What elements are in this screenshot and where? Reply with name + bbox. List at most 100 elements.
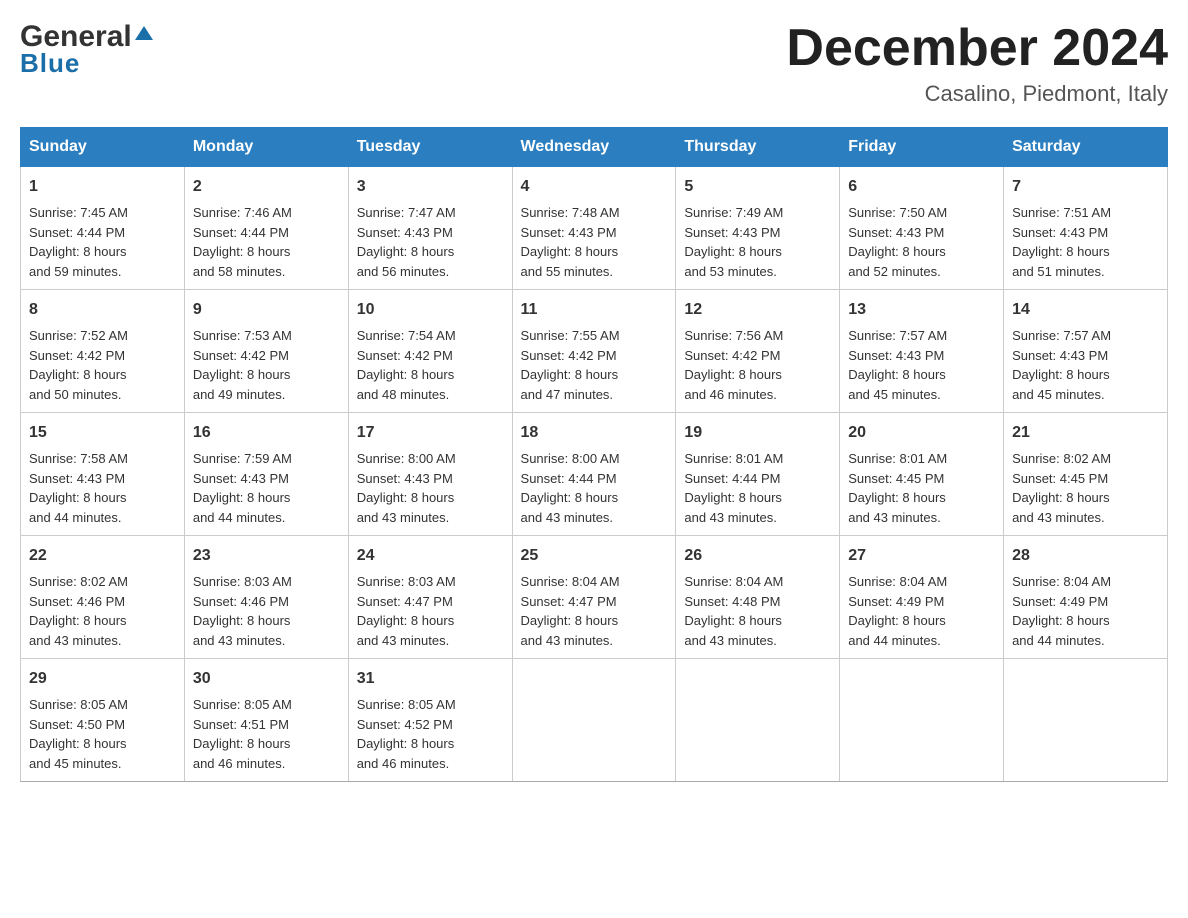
sunrise-text: Sunrise: 7:48 AM [521, 205, 620, 220]
sunrise-text: Sunrise: 7:53 AM [193, 328, 292, 343]
daylight-minutes-text: and 45 minutes. [848, 387, 941, 402]
table-row: 11 Sunrise: 7:55 AM Sunset: 4:42 PM Dayl… [512, 290, 676, 413]
daylight-minutes-text: and 43 minutes. [357, 510, 450, 525]
daylight-minutes-text: and 56 minutes. [357, 264, 450, 279]
daylight-text: Daylight: 8 hours [521, 490, 619, 505]
daylight-minutes-text: and 49 minutes. [193, 387, 286, 402]
day-number: 10 [357, 298, 504, 322]
day-number: 8 [29, 298, 176, 322]
sunrise-text: Sunrise: 7:50 AM [848, 205, 947, 220]
sunrise-text: Sunrise: 7:58 AM [29, 451, 128, 466]
day-number: 14 [1012, 298, 1159, 322]
table-row: 30 Sunrise: 8:05 AM Sunset: 4:51 PM Dayl… [184, 659, 348, 782]
sunrise-text: Sunrise: 7:52 AM [29, 328, 128, 343]
table-row: 16 Sunrise: 7:59 AM Sunset: 4:43 PM Dayl… [184, 413, 348, 536]
sunrise-text: Sunrise: 8:02 AM [1012, 451, 1111, 466]
day-number: 28 [1012, 544, 1159, 568]
daylight-text: Daylight: 8 hours [1012, 613, 1110, 628]
sunset-text: Sunset: 4:45 PM [1012, 471, 1108, 486]
daylight-text: Daylight: 8 hours [193, 367, 291, 382]
sunrise-text: Sunrise: 8:00 AM [357, 451, 456, 466]
sunset-text: Sunset: 4:46 PM [193, 594, 289, 609]
day-number: 16 [193, 421, 340, 445]
daylight-text: Daylight: 8 hours [1012, 367, 1110, 382]
daylight-text: Daylight: 8 hours [357, 367, 455, 382]
table-row: 17 Sunrise: 8:00 AM Sunset: 4:43 PM Dayl… [348, 413, 512, 536]
daylight-text: Daylight: 8 hours [29, 490, 127, 505]
sunset-text: Sunset: 4:49 PM [1012, 594, 1108, 609]
daylight-minutes-text: and 43 minutes. [193, 633, 286, 648]
sunrise-text: Sunrise: 7:55 AM [521, 328, 620, 343]
daylight-text: Daylight: 8 hours [848, 244, 946, 259]
sunrise-text: Sunrise: 8:04 AM [521, 574, 620, 589]
daylight-text: Daylight: 8 hours [29, 736, 127, 751]
day-number: 6 [848, 175, 995, 199]
daylight-minutes-text: and 43 minutes. [684, 633, 777, 648]
sunrise-text: Sunrise: 7:59 AM [193, 451, 292, 466]
daylight-minutes-text: and 47 minutes. [521, 387, 614, 402]
sunrise-text: Sunrise: 7:51 AM [1012, 205, 1111, 220]
day-number: 30 [193, 667, 340, 691]
sunrise-text: Sunrise: 8:04 AM [848, 574, 947, 589]
daylight-text: Daylight: 8 hours [521, 367, 619, 382]
table-row: 15 Sunrise: 7:58 AM Sunset: 4:43 PM Dayl… [21, 413, 185, 536]
location-subtitle: Casalino, Piedmont, Italy [786, 81, 1168, 107]
sunset-text: Sunset: 4:44 PM [521, 471, 617, 486]
table-row: 18 Sunrise: 8:00 AM Sunset: 4:44 PM Dayl… [512, 413, 676, 536]
sunset-text: Sunset: 4:44 PM [29, 225, 125, 240]
calendar-week-row: 1 Sunrise: 7:45 AM Sunset: 4:44 PM Dayli… [21, 167, 1168, 290]
table-row: 6 Sunrise: 7:50 AM Sunset: 4:43 PM Dayli… [840, 167, 1004, 290]
table-row: 7 Sunrise: 7:51 AM Sunset: 4:43 PM Dayli… [1004, 167, 1168, 290]
daylight-minutes-text: and 59 minutes. [29, 264, 122, 279]
daylight-text: Daylight: 8 hours [357, 613, 455, 628]
table-row: 12 Sunrise: 7:56 AM Sunset: 4:42 PM Dayl… [676, 290, 840, 413]
col-wednesday: Wednesday [512, 128, 676, 167]
day-number: 29 [29, 667, 176, 691]
sunrise-text: Sunrise: 7:57 AM [848, 328, 947, 343]
table-row: 8 Sunrise: 7:52 AM Sunset: 4:42 PM Dayli… [21, 290, 185, 413]
day-number: 22 [29, 544, 176, 568]
daylight-minutes-text: and 44 minutes. [193, 510, 286, 525]
sunset-text: Sunset: 4:42 PM [684, 348, 780, 363]
daylight-minutes-text: and 52 minutes. [848, 264, 941, 279]
sunset-text: Sunset: 4:43 PM [521, 225, 617, 240]
daylight-text: Daylight: 8 hours [29, 244, 127, 259]
page-header: General Blue December 2024 Casalino, Pie… [20, 20, 1168, 107]
sunrise-text: Sunrise: 7:54 AM [357, 328, 456, 343]
sunset-text: Sunset: 4:42 PM [29, 348, 125, 363]
calendar-week-row: 29 Sunrise: 8:05 AM Sunset: 4:50 PM Dayl… [21, 659, 1168, 782]
col-thursday: Thursday [676, 128, 840, 167]
col-tuesday: Tuesday [348, 128, 512, 167]
daylight-text: Daylight: 8 hours [521, 244, 619, 259]
daylight-text: Daylight: 8 hours [193, 244, 291, 259]
day-number: 25 [521, 544, 668, 568]
daylight-minutes-text: and 43 minutes. [848, 510, 941, 525]
daylight-minutes-text: and 48 minutes. [357, 387, 450, 402]
table-row: 13 Sunrise: 7:57 AM Sunset: 4:43 PM Dayl… [840, 290, 1004, 413]
sunrise-text: Sunrise: 8:00 AM [521, 451, 620, 466]
sunset-text: Sunset: 4:49 PM [848, 594, 944, 609]
col-saturday: Saturday [1004, 128, 1168, 167]
table-row: 21 Sunrise: 8:02 AM Sunset: 4:45 PM Dayl… [1004, 413, 1168, 536]
calendar-week-row: 22 Sunrise: 8:02 AM Sunset: 4:46 PM Dayl… [21, 536, 1168, 659]
sunset-text: Sunset: 4:48 PM [684, 594, 780, 609]
table-row [676, 659, 840, 782]
daylight-minutes-text: and 43 minutes. [521, 510, 614, 525]
table-row: 28 Sunrise: 8:04 AM Sunset: 4:49 PM Dayl… [1004, 536, 1168, 659]
day-number: 2 [193, 175, 340, 199]
daylight-minutes-text: and 55 minutes. [521, 264, 614, 279]
month-year-title: December 2024 [786, 20, 1168, 77]
sunrise-text: Sunrise: 8:05 AM [29, 697, 128, 712]
daylight-minutes-text: and 43 minutes. [357, 633, 450, 648]
daylight-text: Daylight: 8 hours [357, 244, 455, 259]
daylight-text: Daylight: 8 hours [521, 613, 619, 628]
col-friday: Friday [840, 128, 1004, 167]
sunset-text: Sunset: 4:43 PM [1012, 348, 1108, 363]
sunset-text: Sunset: 4:43 PM [357, 471, 453, 486]
daylight-minutes-text: and 43 minutes. [521, 633, 614, 648]
table-row [1004, 659, 1168, 782]
table-row: 20 Sunrise: 8:01 AM Sunset: 4:45 PM Dayl… [840, 413, 1004, 536]
day-number: 26 [684, 544, 831, 568]
sunrise-text: Sunrise: 7:57 AM [1012, 328, 1111, 343]
sunset-text: Sunset: 4:42 PM [193, 348, 289, 363]
